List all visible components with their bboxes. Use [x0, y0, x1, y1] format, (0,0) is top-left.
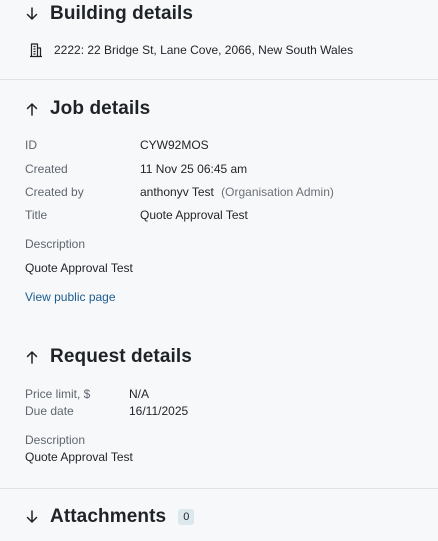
view-public-page-link[interactable]: View public page — [25, 290, 116, 304]
building-address: 2222: 22 Bridge St, Lane Cove, 2066, New… — [54, 43, 354, 57]
job-description-value: Quote Approval Test — [25, 261, 133, 275]
arrow-down-icon — [24, 509, 40, 525]
building-details-toggle[interactable]: Building details — [24, 0, 193, 28]
request-details-title: Request details — [50, 346, 192, 367]
attachments-title: Attachments — [50, 506, 167, 527]
created-by-name: anthonyv Test — [140, 185, 214, 199]
job-details-toggle[interactable]: Job details — [24, 95, 150, 123]
attachments-count-badge: 0 — [178, 509, 195, 525]
created-value: 11 Nov 25 06:45 am — [140, 162, 248, 176]
arrow-down-icon — [24, 6, 40, 22]
due-date-label: Due date — [25, 404, 74, 418]
job-detail-page: Building details 2222: 22 Bridge St, Lan… — [0, 0, 438, 541]
building-icon — [28, 42, 44, 58]
id-value: CYW92MOS — [140, 138, 209, 152]
request-description-value: Quote Approval Test — [25, 450, 133, 464]
divider — [0, 79, 438, 80]
request-description-label: Description — [25, 433, 86, 447]
title-value: Quote Approval Test — [140, 208, 248, 222]
created-label: Created — [25, 162, 68, 176]
created-by-label: Created by — [25, 185, 84, 199]
attachments-toggle[interactable]: Attachments 0 — [24, 503, 195, 531]
arrow-up-icon — [24, 101, 40, 117]
job-details-title: Job details — [50, 98, 151, 119]
id-label: ID — [25, 138, 37, 152]
due-date-value: 16/11/2025 — [129, 404, 189, 418]
divider — [0, 488, 438, 489]
created-by-role: (Organisation Admin) — [221, 185, 334, 199]
price-limit-label: Price limit, $ — [25, 387, 91, 401]
title-label: Title — [25, 208, 48, 222]
job-description-label: Description — [25, 237, 86, 251]
arrow-up-icon — [24, 349, 40, 365]
created-by-value: anthonyv Test (Organisation Admin) — [140, 185, 334, 199]
building-details-title: Building details — [50, 3, 194, 24]
building-address-row: 2222: 22 Bridge St, Lane Cove, 2066, New… — [28, 40, 353, 60]
price-limit-value: N/A — [129, 387, 150, 401]
request-details-toggle[interactable]: Request details — [24, 343, 192, 371]
